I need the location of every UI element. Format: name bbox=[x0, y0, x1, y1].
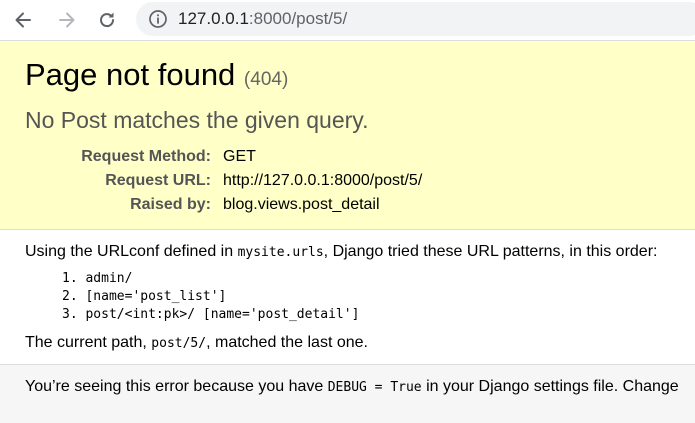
meta-value: GET bbox=[223, 148, 256, 165]
address-bar[interactable]: 127.0.0.1:8000/post/5/ bbox=[136, 2, 695, 36]
error-info: Using the URLconf defined in mysite.urls… bbox=[0, 230, 695, 365]
urlconf-module: mysite.urls bbox=[237, 245, 324, 260]
arrow-right-icon bbox=[59, 12, 75, 28]
url-path: :8000/post/5/ bbox=[248, 9, 348, 28]
error-summary: Page not found (404) No Post matches the… bbox=[0, 41, 695, 230]
current-path-value: post/5/ bbox=[151, 336, 207, 351]
reload-icon bbox=[100, 12, 115, 28]
meta-row-request-url: Request URL: http://127.0.0.1:8000/post/… bbox=[60, 169, 422, 193]
urlconf-description: Using the URLconf defined in mysite.urls… bbox=[25, 242, 657, 263]
browser-toolbar: 127.0.0.1:8000/post/5/ bbox=[0, 0, 695, 41]
forward-button[interactable] bbox=[53, 6, 81, 34]
meta-label: Raised by: bbox=[130, 196, 211, 213]
current-path-suffix: , matched the last one. bbox=[206, 334, 368, 351]
url-pattern-list: 1. admin/ 2. [name='post_list'] 3. post/… bbox=[62, 270, 359, 324]
back-button[interactable] bbox=[9, 6, 37, 34]
request-meta-table: Request Method: GET Request URL: http://… bbox=[60, 145, 422, 217]
meta-row-request-method: Request Method: GET bbox=[60, 145, 422, 169]
reload-button[interactable] bbox=[93, 6, 121, 34]
url-pattern-item: 2. [name='post_list'] bbox=[62, 289, 227, 304]
url-pattern-item: 3. post/<int:pk>/ [name='post_detail'] bbox=[62, 307, 360, 322]
meta-value: blog.views.post_detail bbox=[223, 196, 380, 213]
debug-notice-prefix: You’re seeing this error because you hav… bbox=[25, 378, 328, 395]
current-path-prefix: The current path, bbox=[25, 334, 152, 351]
url-host: 127.0.0.1 bbox=[178, 9, 249, 28]
status-code: (404) bbox=[243, 69, 289, 90]
meta-label: Request Method: bbox=[81, 148, 211, 165]
debug-setting: DEBUG = True bbox=[327, 380, 422, 395]
meta-value: http://127.0.0.1:8000/post/5/ bbox=[223, 172, 423, 189]
current-path-line: The current path, post/5/, matched the l… bbox=[25, 333, 368, 354]
meta-label: Request URL: bbox=[105, 172, 211, 189]
page-title: Page not found (404) bbox=[25, 57, 288, 98]
url-pattern-item: 1. admin/ bbox=[62, 271, 133, 286]
debug-notice-suffix: in your Django settings file. Change bbox=[421, 378, 679, 395]
debug-explanation: You’re seeing this error because you hav… bbox=[0, 365, 695, 423]
error-message: No Post matches the given query. bbox=[25, 107, 369, 133]
page-title-text: Page not found bbox=[25, 57, 236, 92]
debug-notice: You’re seeing this error because you hav… bbox=[25, 377, 679, 398]
arrow-left-icon bbox=[15, 12, 31, 28]
info-icon[interactable] bbox=[148, 9, 168, 29]
meta-row-raised-by: Raised by: blog.views.post_detail bbox=[60, 193, 422, 217]
urlconf-prefix: Using the URLconf defined in bbox=[25, 243, 238, 260]
urlconf-suffix: , Django tried these URL patterns, in th… bbox=[323, 243, 658, 260]
address-bar-url[interactable]: 127.0.0.1:8000/post/5/ bbox=[178, 9, 347, 29]
